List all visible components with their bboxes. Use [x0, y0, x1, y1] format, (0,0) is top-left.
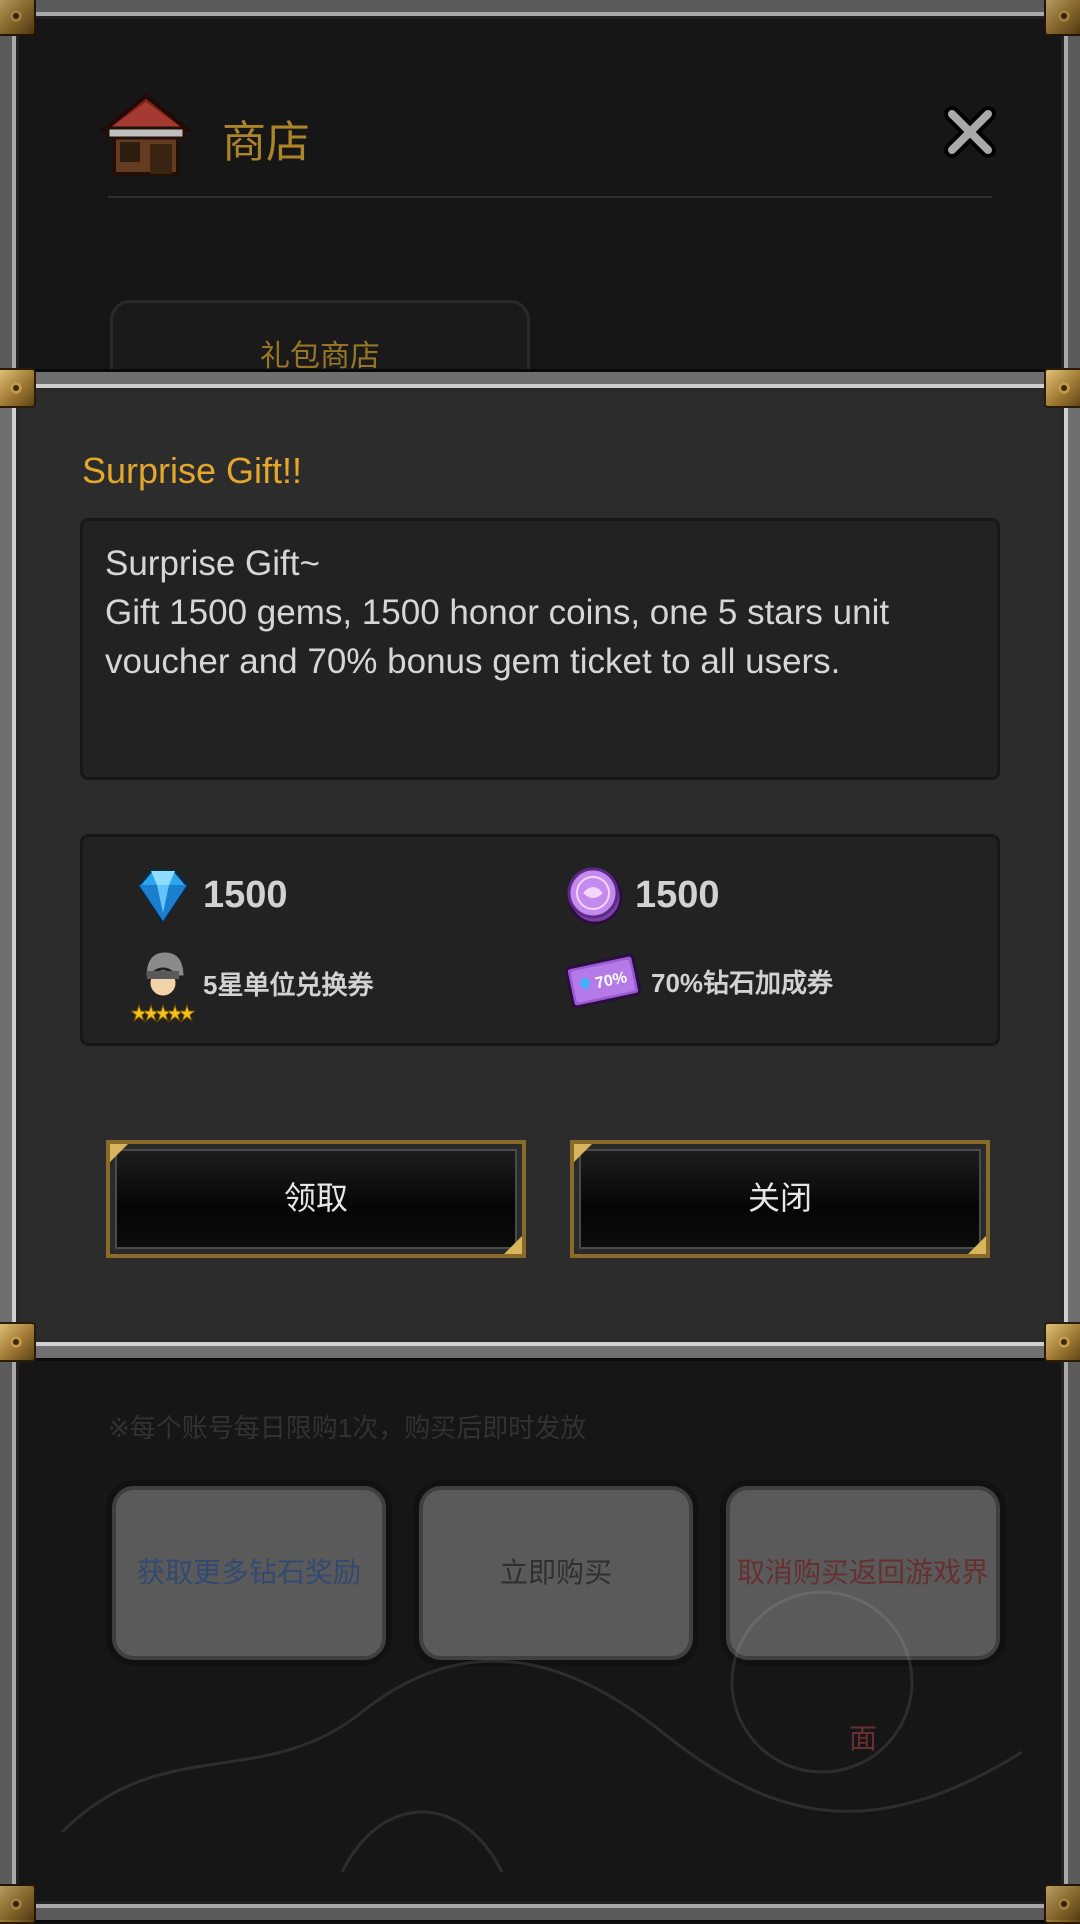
honor-coin-icon: [567, 867, 623, 925]
gem-icon: [137, 869, 189, 924]
frame-corner: [1044, 368, 1080, 408]
claim-button[interactable]: 领取: [106, 1140, 526, 1258]
bonus-ticket-icon: 70%: [564, 953, 642, 1009]
unit-voucher-icon: [131, 949, 195, 1023]
reward-amount: 1500: [635, 873, 720, 916]
reward-amount: 1500: [203, 873, 288, 916]
reward-gems: 1500: [131, 863, 288, 927]
frame-corner: [0, 368, 36, 408]
reward-label: 5星单位兑换券: [203, 969, 374, 1000]
message-line: Gift 1500 gems, 1500 honor coins, one 5 …: [105, 593, 890, 632]
frame-corner: [0, 1322, 36, 1362]
reward-bonus-ticket: 70% 70%钻石加成券: [563, 949, 833, 1013]
message-line: Surprise Gift~: [105, 544, 320, 583]
claim-button-label: 领取: [110, 1144, 522, 1254]
close-button-label: 关闭: [574, 1144, 986, 1254]
reward-unit-voucher: 5星单位兑换券: [131, 943, 373, 1023]
reward-honor-coins: 1500: [563, 863, 720, 927]
reward-list: 1500 1500 5星单位兑换券 70% 70%钻石加成券: [80, 834, 1000, 1046]
dialog-title: Surprise Gift!!: [82, 450, 303, 491]
frame-corner: [1044, 1322, 1080, 1362]
message-box: Surprise Gift~ Gift 1500 gems, 1500 hono…: [80, 518, 1000, 780]
message-line: voucher and 70% bonus gem ticket to all …: [105, 642, 841, 681]
reward-label: 70%钻石加成券: [651, 967, 834, 998]
surprise-gift-dialog: Surprise Gift!! Surprise Gift~ Gift 1500…: [0, 368, 1080, 1362]
close-dialog-button[interactable]: 关闭: [570, 1140, 990, 1258]
